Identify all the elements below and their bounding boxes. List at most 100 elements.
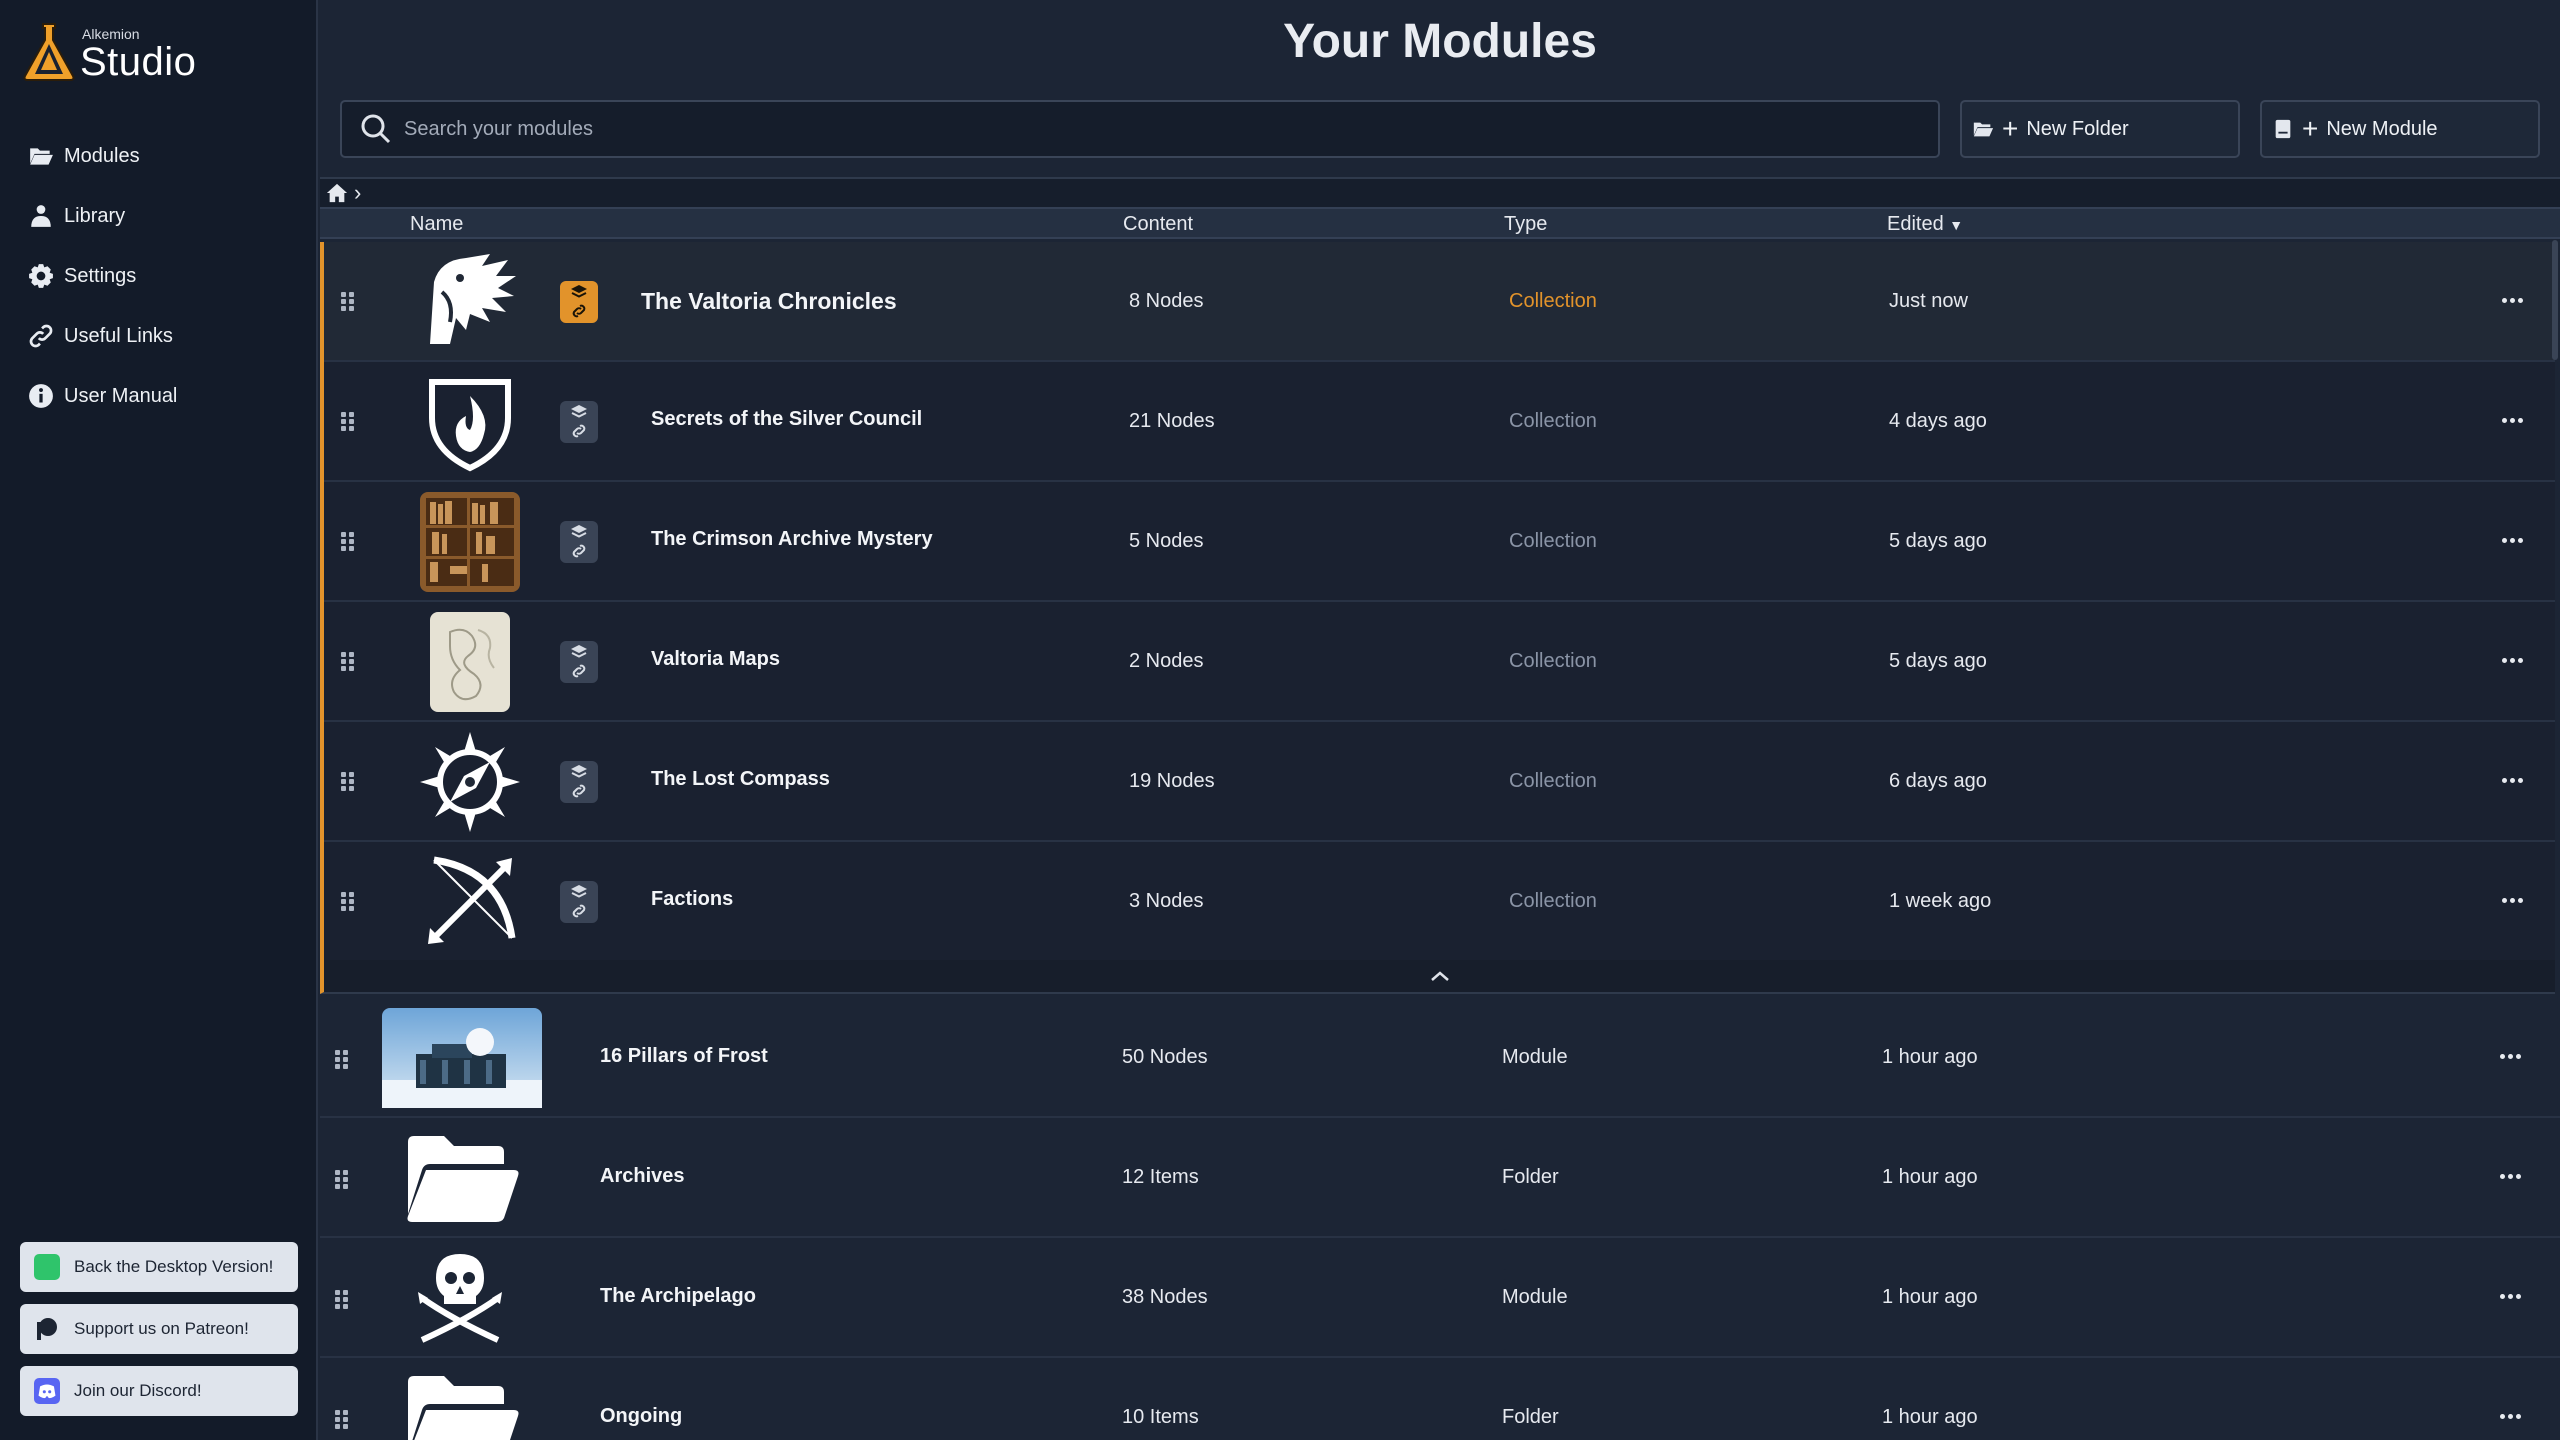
row-edited: 5 days ago bbox=[1889, 530, 1987, 552]
more-options-icon[interactable] bbox=[2502, 656, 2524, 664]
app-logo[interactable]: Alkemion Studio bbox=[22, 18, 196, 82]
sidebar-item-library[interactable]: Library bbox=[28, 186, 177, 246]
row-name[interactable]: The Crimson Archive Mystery bbox=[651, 528, 933, 551]
plus-icon: + bbox=[2002, 113, 2019, 144]
row-edited: Just now bbox=[1889, 290, 1968, 312]
sidebar-item-label: Modules bbox=[64, 144, 140, 167]
bookshelf-image bbox=[420, 492, 520, 592]
home-icon[interactable] bbox=[326, 182, 348, 204]
link-icon bbox=[572, 784, 586, 798]
row-name[interactable]: The Valtoria Chronicles bbox=[641, 288, 897, 315]
new-module-label: New Module bbox=[2326, 117, 2438, 140]
more-options-icon[interactable] bbox=[2502, 776, 2524, 784]
row-type: Module bbox=[1502, 1046, 1568, 1068]
table-row[interactable]: 16 Pillars of Frost 50 Nodes Module 1 ho… bbox=[320, 998, 2560, 1118]
more-options-icon[interactable] bbox=[2502, 536, 2524, 544]
column-content[interactable]: Content bbox=[1123, 213, 1193, 236]
row-name[interactable]: Factions bbox=[651, 888, 733, 911]
sidebar-item-label: Library bbox=[64, 204, 126, 227]
folder-row[interactable]: Ongoing 10 Items Folder 1 hour ago bbox=[320, 1358, 2560, 1440]
more-options-icon[interactable] bbox=[2500, 1052, 2522, 1060]
row-name[interactable]: Ongoing bbox=[600, 1405, 682, 1428]
drag-handle-icon[interactable] bbox=[341, 892, 355, 912]
drag-handle-icon[interactable] bbox=[341, 292, 355, 312]
drag-handle-icon[interactable] bbox=[341, 652, 355, 672]
linked-collection-badge[interactable] bbox=[560, 881, 598, 923]
drag-handle-icon[interactable] bbox=[341, 772, 355, 792]
sidebar-item-user-manual[interactable]: User Manual bbox=[28, 366, 177, 426]
row-name[interactable]: Secrets of the Silver Council bbox=[651, 408, 922, 431]
more-options-icon[interactable] bbox=[2500, 1412, 2522, 1420]
table-row[interactable]: Factions 3 Nodes Collection 1 week ago bbox=[324, 842, 2555, 962]
row-name[interactable]: Valtoria Maps bbox=[651, 648, 780, 671]
linked-collection-badge[interactable] bbox=[560, 761, 598, 803]
row-content: 38 Nodes bbox=[1122, 1286, 1208, 1308]
row-edited: 1 hour ago bbox=[1882, 1286, 1978, 1308]
row-name[interactable]: The Lost Compass bbox=[651, 768, 830, 791]
drag-handle-icon[interactable] bbox=[335, 1410, 349, 1430]
patreon-icon bbox=[34, 1316, 60, 1342]
table-row[interactable]: The Crimson Archive Mystery 5 Nodes Coll… bbox=[324, 482, 2555, 602]
scrollbar[interactable] bbox=[2552, 240, 2558, 360]
patreon-button[interactable]: Support us on Patreon! bbox=[20, 1304, 298, 1354]
new-module-button[interactable]: + New Module bbox=[2260, 100, 2540, 158]
drag-handle-icon[interactable] bbox=[335, 1290, 349, 1310]
page-title: Your Modules bbox=[1283, 15, 1597, 68]
column-name[interactable]: Name bbox=[410, 213, 463, 236]
linked-collection-badge[interactable] bbox=[560, 401, 598, 443]
map-image bbox=[420, 612, 520, 712]
folder-icon bbox=[30, 148, 53, 165]
table-row[interactable]: The Archipelago 38 Nodes Module 1 hour a… bbox=[320, 1238, 2560, 1358]
chevron-right-icon: › bbox=[354, 180, 362, 205]
layers-icon bbox=[571, 525, 587, 538]
column-edited[interactable]: Edited ▼ bbox=[1887, 213, 1963, 236]
folder-icon bbox=[1973, 122, 1994, 137]
more-options-icon[interactable] bbox=[2500, 1292, 2522, 1300]
row-name[interactable]: Archives bbox=[600, 1165, 685, 1188]
sidebar-item-label: Settings bbox=[64, 264, 137, 287]
collection-group: The Valtoria Chronicles 8 Nodes Collecti… bbox=[320, 242, 2555, 994]
row-content: 21 Nodes bbox=[1129, 410, 1215, 432]
more-options-icon[interactable] bbox=[2502, 416, 2524, 424]
row-content: 8 Nodes bbox=[1129, 290, 1204, 312]
back-desktop-button[interactable]: Back the Desktop Version! bbox=[20, 1242, 298, 1292]
table-row[interactable]: Secrets of the Silver Council 21 Nodes C… bbox=[324, 362, 2555, 482]
link-icon bbox=[572, 904, 586, 918]
table-row[interactable]: Valtoria Maps 2 Nodes Collection 5 days … bbox=[324, 602, 2555, 722]
desktop-icon bbox=[34, 1254, 60, 1280]
new-folder-button[interactable]: + New Folder bbox=[1960, 100, 2240, 158]
linked-collection-badge[interactable] bbox=[560, 281, 598, 323]
row-content: 3 Nodes bbox=[1129, 890, 1204, 912]
column-type[interactable]: Type bbox=[1504, 213, 1547, 236]
search-input[interactable] bbox=[404, 117, 1804, 141]
drag-handle-icon[interactable] bbox=[341, 532, 355, 552]
row-name[interactable]: The Archipelago bbox=[600, 1285, 756, 1308]
collapse-button[interactable] bbox=[324, 960, 2555, 992]
table-row[interactable]: The Valtoria Chronicles 8 Nodes Collecti… bbox=[324, 242, 2555, 362]
table-row[interactable]: The Lost Compass 19 Nodes Collection 6 d… bbox=[324, 722, 2555, 842]
row-type: Folder bbox=[1502, 1406, 1559, 1428]
linked-collection-badge[interactable] bbox=[560, 521, 598, 563]
discord-button[interactable]: Join our Discord! bbox=[20, 1366, 298, 1416]
drag-handle-icon[interactable] bbox=[335, 1170, 349, 1190]
row-type: Folder bbox=[1502, 1166, 1559, 1188]
drag-handle-icon[interactable] bbox=[335, 1050, 349, 1070]
more-options-icon[interactable] bbox=[2502, 896, 2524, 904]
row-type: Collection bbox=[1509, 530, 1597, 552]
drag-handle-icon[interactable] bbox=[341, 412, 355, 432]
link-icon bbox=[572, 304, 586, 318]
linked-collection-badge[interactable] bbox=[560, 641, 598, 683]
more-options-icon[interactable] bbox=[2500, 1172, 2522, 1180]
row-name[interactable]: 16 Pillars of Frost bbox=[600, 1045, 768, 1068]
folder-open-icon bbox=[400, 1368, 520, 1440]
more-options-icon[interactable] bbox=[2502, 296, 2524, 304]
row-type: Collection bbox=[1509, 890, 1597, 912]
sidebar-item-modules[interactable]: Modules bbox=[28, 126, 177, 186]
sidebar-item-useful-links[interactable]: Useful Links bbox=[28, 306, 177, 366]
sidebar-item-settings[interactable]: Settings bbox=[28, 246, 177, 306]
back-desktop-label: Back the Desktop Version! bbox=[74, 1257, 274, 1276]
library-icon bbox=[31, 205, 51, 227]
brand-small: Alkemion bbox=[82, 26, 140, 42]
folder-row[interactable]: Archives 12 Items Folder 1 hour ago bbox=[320, 1118, 2560, 1238]
search-bar[interactable] bbox=[340, 100, 1940, 158]
